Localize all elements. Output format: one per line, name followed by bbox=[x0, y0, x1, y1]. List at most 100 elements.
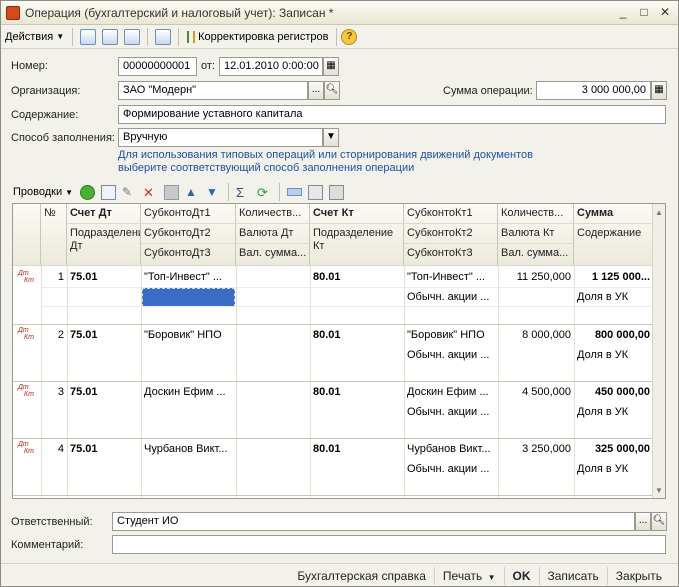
edit-row-icon[interactable]: ✎ bbox=[122, 185, 137, 200]
post-icon[interactable] bbox=[124, 28, 141, 45]
number-field[interactable]: 00000000001 bbox=[118, 57, 197, 76]
sum-cell[interactable]: 800 000,00 bbox=[574, 326, 653, 345]
comment-field[interactable] bbox=[112, 535, 666, 554]
account-dt-cell[interactable]: 75.01 bbox=[67, 326, 141, 345]
header-subconto-kt1[interactable]: СубконтоКт1 bbox=[404, 204, 498, 224]
qty-kt-cell[interactable]: 3 250,000 bbox=[498, 440, 574, 459]
refresh-icon[interactable]: ⟳ bbox=[257, 185, 272, 200]
subconto-kt2-cell[interactable]: Обычн. акции ... bbox=[404, 460, 498, 479]
header-currency-dt[interactable]: Валюта Дт bbox=[236, 224, 310, 244]
sum-cell[interactable]: 325 000,00 bbox=[574, 440, 653, 459]
account-dt-cell[interactable]: 75.01 bbox=[67, 268, 141, 287]
subconto-kt2-cell[interactable]: Обычн. акции ... bbox=[404, 346, 498, 365]
close-button[interactable]: Закрыть bbox=[606, 566, 670, 585]
subconto-kt1-cell[interactable]: "Топ-Инвест" ... bbox=[404, 268, 498, 287]
delete-row-icon[interactable]: ✕ bbox=[143, 185, 158, 200]
calculator-icon[interactable]: ▦ bbox=[651, 81, 667, 100]
fill-method-hint[interactable]: Для использования типовых операций или с… bbox=[118, 149, 548, 175]
document-journal-icon[interactable] bbox=[155, 28, 172, 45]
qty-kt-cell[interactable]: 4 500,000 bbox=[498, 383, 574, 402]
subconto-kt1-cell[interactable]: Доскин Ефим ... bbox=[404, 383, 498, 402]
calendar-icon[interactable]: ▦ bbox=[323, 57, 339, 76]
header-sum[interactable]: Сумма bbox=[574, 204, 653, 224]
subconto-kt1-cell[interactable]: Чурбанов Викт... bbox=[404, 440, 498, 459]
accounting-report-button[interactable]: Бухгалтерская справка bbox=[289, 567, 434, 585]
subconto-kt2-cell[interactable]: Обычн. акции ... bbox=[404, 403, 498, 422]
move-down-icon[interactable]: ▼ bbox=[206, 185, 221, 200]
header-cur-sum-dt[interactable]: Вал. сумма... bbox=[236, 244, 310, 266]
sum-cell[interactable]: 1 125 000... bbox=[574, 268, 653, 287]
responsible-field[interactable]: Студент ИО bbox=[112, 512, 635, 531]
account-dt-cell[interactable]: 75.01 bbox=[67, 383, 141, 402]
content-cell[interactable]: Доля в УК bbox=[574, 403, 653, 422]
entries-menu-button[interactable]: Проводки ▼ bbox=[13, 182, 77, 202]
header-subconto-kt3[interactable]: СубконтоКт3 bbox=[404, 244, 498, 266]
print-icon[interactable] bbox=[329, 184, 345, 200]
copy-row-icon[interactable] bbox=[101, 184, 117, 200]
header-qty-dt[interactable]: Количеств... bbox=[236, 204, 310, 224]
help-icon[interactable]: ? bbox=[341, 28, 358, 45]
content-cell[interactable]: Доля в УК bbox=[574, 288, 653, 307]
adjust-registers-button[interactable]: Корректировка регистров bbox=[183, 27, 332, 47]
subconto-dt1-cell[interactable]: "Боровик" НПО bbox=[141, 326, 236, 345]
header-qty-kt[interactable]: Количеств... bbox=[498, 204, 574, 224]
end-edit-icon[interactable] bbox=[164, 184, 180, 200]
vertical-scrollbar[interactable]: ▲ ▼ bbox=[652, 204, 665, 498]
subconto-dt1-cell[interactable]: "Топ-Инвест" ... bbox=[141, 268, 236, 287]
search-icon[interactable]: 🔍︎ bbox=[324, 81, 340, 100]
qty-kt-cell[interactable]: 8 000,000 bbox=[498, 326, 574, 345]
scroll-up-icon[interactable]: ▲ bbox=[655, 208, 663, 217]
header-account-kt[interactable]: Счет Кт bbox=[310, 204, 404, 224]
content-cell[interactable]: Доля в УК bbox=[574, 460, 653, 479]
chevron-down-icon[interactable]: ▼ bbox=[323, 128, 339, 147]
move-up-icon[interactable]: ▲ bbox=[185, 185, 200, 200]
close-window-button[interactable]: ✕ bbox=[657, 5, 673, 20]
settings-icon[interactable] bbox=[308, 184, 324, 200]
account-kt-cell[interactable]: 80.01 bbox=[310, 383, 404, 402]
account-kt-cell[interactable]: 80.01 bbox=[310, 268, 404, 287]
entries-table[interactable]: № Счет Дт Подразделение Дт СубконтоДт1 С… bbox=[12, 203, 666, 499]
save-icon[interactable] bbox=[102, 28, 119, 45]
subconto-kt1-cell[interactable]: "Боровик" НПО bbox=[404, 326, 498, 345]
subconto-dt1-cell[interactable]: Доскин Ефим ... bbox=[141, 383, 236, 402]
subconto-dt2-selected-cell[interactable] bbox=[142, 288, 235, 307]
header-account-dt[interactable]: Счет Дт bbox=[67, 204, 141, 224]
search-icon[interactable]: 🔍︎ bbox=[651, 512, 667, 531]
header-num[interactable]: № bbox=[41, 204, 67, 266]
content-cell[interactable]: Доля в УК bbox=[574, 346, 653, 365]
maximize-button[interactable]: □ bbox=[636, 5, 652, 20]
operation-sum-field[interactable]: 3 000 000,00 bbox=[536, 81, 651, 100]
select-responsible-button[interactable]: ... bbox=[635, 512, 651, 531]
title-bar[interactable]: Операция (бухгалтерский и налоговый учет… bbox=[1, 1, 678, 25]
organization-field[interactable]: ЗАО "Модерн" bbox=[118, 81, 308, 100]
sum-icon[interactable]: Σ bbox=[236, 185, 251, 200]
qty-kt-cell[interactable]: 11 250,000 bbox=[498, 268, 574, 287]
header-dt-division[interactable]: Подразделение Дт bbox=[67, 224, 141, 266]
eraser-icon[interactable] bbox=[287, 188, 303, 196]
account-kt-cell[interactable]: 80.01 bbox=[310, 440, 404, 459]
header-cur-sum-kt[interactable]: Вал. сумма... bbox=[498, 244, 574, 266]
date-field[interactable]: 12.01.2010 0:00:00 bbox=[219, 57, 323, 76]
select-organization-button[interactable]: ... bbox=[308, 81, 324, 100]
print-menu-button[interactable]: Печать ▼ bbox=[433, 566, 504, 585]
header-subconto-kt2[interactable]: СубконтоКт2 bbox=[404, 224, 498, 244]
header-currency-kt[interactable]: Валюта Кт bbox=[498, 224, 574, 244]
save-button[interactable]: Записать bbox=[538, 566, 607, 585]
actions-menu-button[interactable]: Действия ▼ bbox=[1, 27, 68, 47]
minimize-button[interactable]: _ bbox=[615, 5, 631, 20]
fill-method-select[interactable]: Вручную bbox=[118, 128, 323, 147]
header-subconto-dt2[interactable]: СубконтоДт2 bbox=[141, 224, 236, 244]
account-dt-cell[interactable]: 75.01 bbox=[67, 440, 141, 459]
account-kt-cell[interactable]: 80.01 bbox=[310, 326, 404, 345]
header-subconto-dt3[interactable]: СубконтоДт3 bbox=[141, 244, 236, 266]
scroll-down-icon[interactable]: ▼ bbox=[655, 486, 663, 495]
header-content[interactable]: Содержание bbox=[574, 224, 653, 266]
post-and-close-icon[interactable] bbox=[80, 28, 97, 45]
content-field[interactable]: Формирование уставного капитала bbox=[118, 105, 666, 124]
subconto-kt2-cell[interactable]: Обычн. акции ... bbox=[404, 288, 498, 307]
header-subconto-dt1[interactable]: СубконтоДт1 bbox=[141, 204, 236, 224]
sum-cell[interactable]: 450 000,00 bbox=[574, 383, 653, 402]
add-row-icon[interactable] bbox=[80, 184, 96, 200]
header-kt-division[interactable]: Подразделение Кт bbox=[310, 224, 404, 266]
subconto-dt1-cell[interactable]: Чурбанов Викт... bbox=[141, 440, 236, 459]
